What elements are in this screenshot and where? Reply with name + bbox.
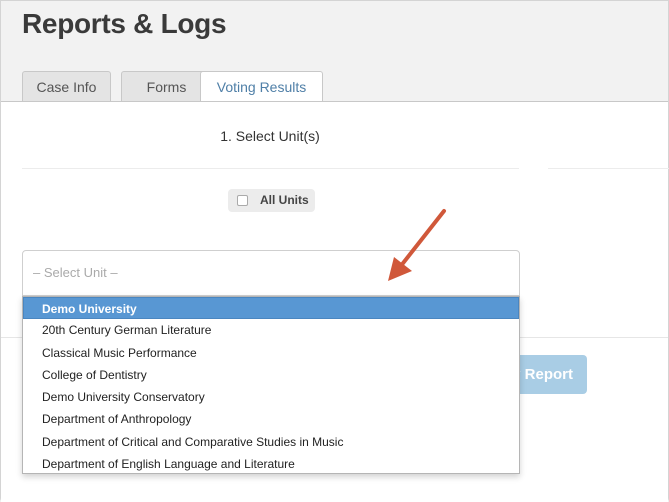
all-units-checkbox[interactable] [237, 195, 248, 206]
all-units-label: All Units [260, 193, 309, 207]
dropdown-option[interactable]: Classical Music Performance [23, 342, 519, 364]
dropdown-option[interactable]: Department of Critical and Comparative S… [23, 431, 519, 453]
dropdown-option[interactable]: Department of English Language and Liter… [23, 453, 519, 473]
step-label: 1. Select Unit(s) [220, 128, 320, 144]
tab-voting-results[interactable]: Voting Results [200, 71, 323, 102]
page-title: Reports & Logs [22, 8, 227, 39]
divider [22, 168, 519, 169]
unit-select-placeholder: – Select Unit – [33, 265, 118, 280]
dropdown-option[interactable]: College of Dentistry [23, 364, 519, 386]
all-units-toggle[interactable]: All Units [228, 189, 315, 212]
dropdown-option[interactable]: Department of Anthropology [23, 408, 519, 430]
tab-forms[interactable]: Forms [121, 71, 212, 101]
dropdown-option[interactable]: 20th Century German Literature [23, 319, 519, 341]
divider [548, 168, 669, 169]
dropdown-option[interactable]: Demo University Conservatory [23, 386, 519, 408]
dropdown-option[interactable]: Demo University [23, 297, 519, 320]
unit-dropdown-list: Demo University 20th Century German Lite… [22, 296, 520, 474]
annotation-arrow-icon [388, 209, 446, 281]
tab-case-info[interactable]: Case Info [22, 71, 111, 101]
